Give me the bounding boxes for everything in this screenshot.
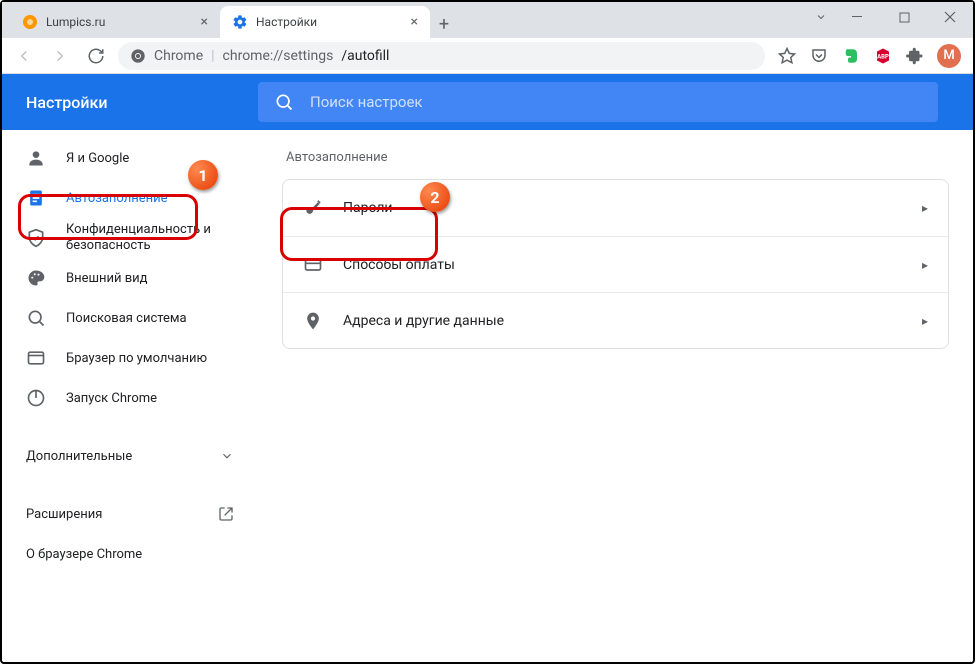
window-maximize-button[interactable] [881,2,927,32]
sidebar-item-label: Автозаполнение [66,191,168,206]
svg-text:ABP: ABP [877,53,889,60]
chevron-down-icon[interactable] [807,2,835,32]
sidebar-about-link[interactable]: О браузере Chrome [2,534,258,574]
toolbar-actions: ABP M [773,44,965,68]
autofill-icon [26,188,46,208]
sidebar-item-label: Я и Google [66,151,129,166]
row-passwords[interactable]: Пароли ▸ [283,180,948,236]
url-scheme: Chrome [154,48,203,64]
sidebar-item-label: Поисковая система [66,311,187,326]
sidebar-extensions-label: Расширения [26,507,102,522]
settings-body: Я и Google Автозаполнение Конфиденциальн… [2,130,973,662]
browser-tab-active[interactable]: Настройки × [220,6,430,38]
close-icon[interactable]: × [201,14,208,30]
sidebar-item-label: Браузер по умолчанию [66,351,207,366]
new-tab-button[interactable]: + [430,10,458,38]
autofill-card: Пароли ▸ Способы оплаты ▸ Адреса и други… [282,179,949,349]
sidebar-item-appearance[interactable]: Внешний вид [2,258,258,298]
url-host: chrome://settings [223,48,334,64]
browser-tab[interactable]: Lumpics.ru × [10,6,220,38]
search-icon [26,308,46,328]
tab-title: Настройки [256,15,317,29]
sidebar-item-privacy[interactable]: Конфиденциальность и безопасность [2,218,258,258]
card-icon [303,255,323,275]
sidebar-advanced-label: Дополнительные [26,449,132,464]
shield-icon [26,228,46,248]
section-title: Автозаполнение [282,150,949,165]
sidebar-item-search-engine[interactable]: Поисковая система [2,298,258,338]
tab-favicon-lumpics [22,14,38,30]
power-icon [26,388,46,408]
search-input[interactable] [310,93,922,111]
nav-back-button[interactable] [10,42,38,70]
sidebar-advanced-toggle[interactable]: Дополнительные [2,436,258,476]
annotation-badge-1: 1 [188,160,218,190]
chrome-icon [130,48,146,64]
window-minimize-button[interactable] [835,2,881,32]
row-label: Способы оплаты [343,257,902,273]
extensions-icon[interactable] [905,46,925,66]
row-addresses[interactable]: Адреса и другие данные ▸ [283,292,948,348]
url-path: /autofill [341,48,389,64]
chevron-right-icon: ▸ [922,314,928,328]
sidebar-item-you-and-google[interactable]: Я и Google [2,138,258,178]
search-icon [274,92,294,112]
browser-icon [26,348,46,368]
sidebar-item-label: Внешний вид [66,271,148,286]
close-icon[interactable]: × [411,14,418,30]
sidebar-extensions-link[interactable]: Расширения [2,494,258,534]
open-external-icon [218,506,234,522]
row-payment-methods[interactable]: Способы оплаты ▸ [283,236,948,292]
settings-search[interactable] [258,82,938,122]
key-icon [303,198,323,218]
annotation-badge-2: 2 [420,182,450,212]
tab-title: Lumpics.ru [46,15,105,29]
tab-favicon-settings [232,14,248,30]
location-icon [303,311,323,331]
sidebar-item-on-startup[interactable]: Запуск Chrome [2,378,258,418]
settings-header: Настройки [2,74,973,130]
profile-avatar[interactable]: M [937,44,961,68]
sidebar-item-autofill[interactable]: Автозаполнение [2,178,258,218]
window-controls [807,2,973,38]
settings-title: Настройки [2,93,258,112]
sidebar-about-label: О браузере Chrome [26,547,142,562]
settings-content: Автозаполнение Пароли ▸ Способы оплаты ▸… [258,130,973,662]
window-titlebar: Lumpics.ru × Настройки × + [2,2,973,38]
chevron-right-icon: ▸ [922,258,928,272]
sidebar-item-default-browser[interactable]: Браузер по умолчанию [2,338,258,378]
chevron-down-icon [220,449,234,463]
sidebar-item-label: Запуск Chrome [66,391,157,406]
nav-reload-button[interactable] [82,42,110,70]
sidebar-item-label: Конфиденциальность и безопасность [66,222,234,253]
address-bar[interactable]: Chrome | chrome://settings/autofill [118,42,765,70]
pocket-icon[interactable] [809,46,829,66]
window-close-button[interactable] [927,2,973,32]
chevron-right-icon: ▸ [922,201,928,215]
row-label: Адреса и другие данные [343,313,902,329]
nav-forward-button[interactable] [46,42,74,70]
palette-icon [26,268,46,288]
person-icon [26,148,46,168]
evernote-icon[interactable] [841,46,861,66]
browser-toolbar: Chrome | chrome://settings/autofill ABP … [2,38,973,74]
abp-icon[interactable]: ABP [873,46,893,66]
settings-sidebar: Я и Google Автозаполнение Конфиденциальн… [2,130,258,662]
bookmark-star-icon[interactable] [777,46,797,66]
